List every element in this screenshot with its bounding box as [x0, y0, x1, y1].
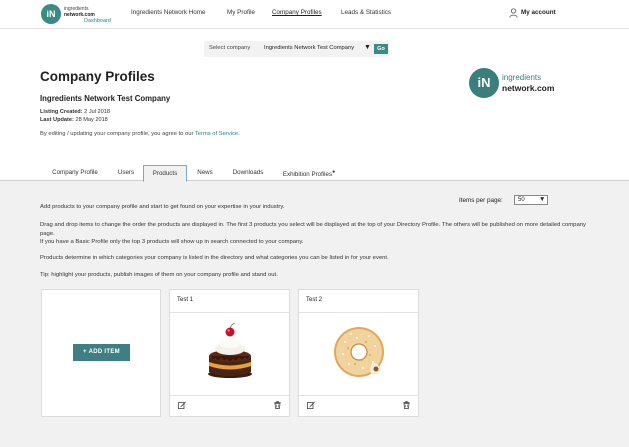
divider: [170, 395, 289, 396]
sugar-donut-image: [334, 327, 384, 377]
tab-users[interactable]: Users: [110, 165, 142, 181]
company-select[interactable]: Ingredients Network Test Company ▼: [262, 43, 375, 55]
nav-link-company-profiles[interactable]: Company Profiles: [272, 9, 322, 16]
terms-suffix: .: [238, 131, 240, 137]
terms-notice: By editing / updating your company profi…: [40, 131, 240, 137]
listing-created-value: 2 Jul 2018: [84, 109, 110, 115]
logo-dashboard-label: Dashboard: [84, 18, 111, 24]
intro-text: Add products to your company profile and…: [40, 204, 285, 210]
chocolate-cake-image: [208, 322, 252, 378]
logo-mark: iN: [41, 4, 61, 24]
nav-link-home[interactable]: Ingredients Network Home: [131, 9, 206, 16]
nav-link-my-profile[interactable]: My Profile: [227, 9, 255, 16]
listing-created: Listing Created: 2 Jul 2018: [40, 109, 110, 115]
tab-news[interactable]: News: [189, 165, 221, 181]
add-item-card: + ADD ITEM: [41, 289, 161, 417]
brand-logo-line2: network.com: [502, 83, 555, 93]
tip-text: Tip: highlight your products, publish im…: [40, 272, 278, 278]
dropdown-arrow-icon: ▼: [364, 44, 371, 51]
nav-link-leads-statistics[interactable]: Leads & Statistics: [341, 9, 391, 16]
tab-downloads[interactable]: Downloads: [223, 165, 273, 181]
product-card[interactable]: Test 2: [298, 289, 419, 417]
tab-company-profile[interactable]: Company Profile: [42, 165, 108, 181]
top-nav: iN ingredients network.com Dashboard Ing…: [0, 0, 629, 29]
trash-icon[interactable]: [274, 401, 281, 409]
brand-logo-line1: ingredients: [502, 73, 542, 82]
company-select-label: Select company: [209, 45, 251, 51]
dashboard-logo[interactable]: iN ingredients network.com Dashboard: [41, 4, 118, 25]
go-button[interactable]: Go: [374, 44, 388, 54]
last-update: Last Update: 28 May 2018: [40, 117, 108, 123]
profile-tabs: Company Profile Users Products News Down…: [0, 164, 629, 182]
company-select-bar: Select company Ingredients Network Test …: [204, 41, 389, 57]
brand-logo: iN ingredients network.com: [469, 68, 555, 100]
last-update-value: 28 May 2018: [75, 117, 108, 123]
listing-created-label: Listing Created:: [40, 109, 83, 115]
drag-drop-text: Drag and drop items to change the order …: [40, 222, 586, 237]
brand-logo-mark: iN: [469, 68, 499, 98]
basic-profile-text: If you have a Basic Profile only the top…: [40, 239, 304, 245]
edit-icon[interactable]: [307, 401, 315, 409]
dropdown-arrow-icon: ▼: [539, 196, 546, 203]
add-item-button[interactable]: + ADD ITEM: [73, 344, 130, 361]
tab-exhibition-profiles[interactable]: Exhibition Profiles●: [276, 165, 342, 181]
product-card[interactable]: Test 1: [169, 289, 290, 417]
product-title: Test 1: [177, 297, 194, 303]
categories-text: Products determine in which categories y…: [40, 255, 389, 261]
last-update-label: Last Update:: [40, 117, 74, 123]
divider: [299, 312, 418, 313]
terms-of-service-link[interactable]: Terms of Service: [195, 131, 238, 137]
divider: [299, 395, 418, 396]
tab-new-dot-icon: ●: [332, 169, 336, 175]
tab-exhibition-profiles-label: Exhibition Profiles: [282, 171, 333, 179]
tab-products[interactable]: Products: [143, 165, 187, 182]
product-title: Test 2: [306, 297, 323, 303]
divider: [170, 312, 289, 313]
company-select-value: Ingredients Network Test Company: [264, 45, 355, 51]
page-title: Company Profiles: [40, 69, 155, 84]
user-icon[interactable]: [509, 8, 518, 18]
terms-prefix: By editing / updating your company profi…: [40, 131, 194, 137]
my-account-link[interactable]: My account: [521, 9, 556, 16]
edit-icon[interactable]: [178, 401, 186, 409]
company-name: Ingredients Network Test Company: [40, 94, 171, 103]
trash-icon[interactable]: [403, 401, 410, 409]
logo-text: ingredients network.com: [64, 6, 95, 18]
